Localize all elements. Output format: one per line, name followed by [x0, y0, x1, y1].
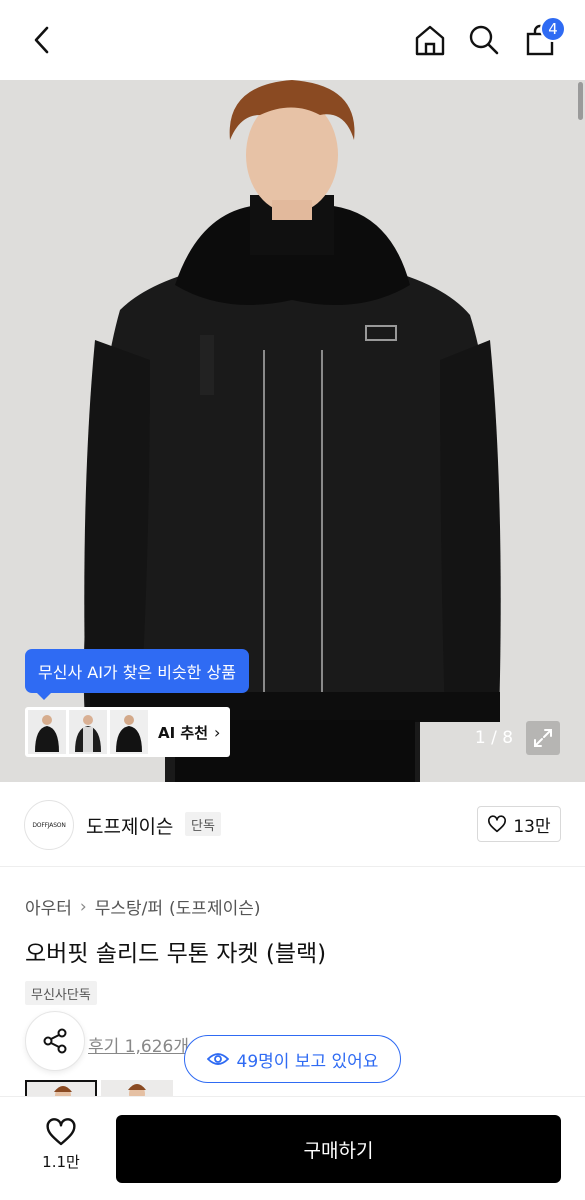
buy-button[interactable]: 구매하기 [116, 1115, 561, 1183]
ai-thumb-2[interactable] [69, 710, 107, 754]
ai-thumb-image [110, 710, 148, 754]
product-image-gallery[interactable]: 무신사 AI가 찾은 비슷한 상품 AI 추천 › 1 / 8 [0, 80, 585, 782]
wishlist-count: 1.1만 [42, 1153, 80, 1171]
brand-like-button[interactable]: 13만 [477, 806, 561, 842]
chevron-right-icon: › [79, 896, 87, 917]
share-icon [43, 1028, 67, 1054]
viewing-now-text: 49명이 보고 있어요 [236, 1051, 379, 1072]
chevron-left-icon [34, 26, 49, 54]
ai-recommend-strip[interactable]: AI 추천 › [25, 707, 230, 757]
search-button[interactable] [464, 18, 504, 62]
breadcrumb-brand[interactable]: (도프제이슨) [169, 894, 260, 919]
brand-logo[interactable]: DOFFJASON [24, 800, 74, 850]
breadcrumb-item[interactable]: 무스탕/퍼 [95, 894, 163, 919]
breadcrumb: 아우터 › 무스탕/퍼 (도프제이슨) [25, 894, 261, 920]
image-pager: 1 / 8 [474, 728, 514, 748]
ai-thumb-image [28, 710, 66, 754]
breadcrumb-item[interactable]: 아우터 [25, 894, 72, 919]
ai-similar-products-bubble[interactable]: 무신사 AI가 찾은 비슷한 상품 [25, 649, 249, 700]
ai-thumb-1[interactable] [28, 710, 66, 754]
home-icon [415, 25, 445, 56]
review-link[interactable]: 후기 1,626개 [88, 1032, 189, 1057]
expand-icon [534, 729, 552, 747]
product-title: 오버핏 솔리드 무톤 자켓 (블랙) [25, 941, 327, 967]
exclusive-tag: 무신사단독 [25, 981, 97, 1005]
cart-count-badge: 4 [540, 16, 566, 42]
chevron-right-icon: › [214, 722, 221, 742]
page-scrollbar[interactable] [578, 82, 583, 120]
brand-exclusive-tag: 단독 [185, 812, 221, 836]
brand-row: DOFFJASON 도프제이슨 단독 13만 [0, 782, 585, 867]
back-button[interactable] [22, 18, 62, 62]
expand-button[interactable] [526, 721, 560, 755]
cart-button[interactable]: 4 [520, 16, 566, 62]
ai-thumb-3[interactable] [110, 710, 148, 754]
ai-recommend-label: AI 추천 [158, 723, 209, 742]
heart-icon [488, 815, 507, 833]
brand-name[interactable]: 도프제이슨 [86, 812, 173, 839]
top-nav-bar: 4 [0, 0, 585, 80]
share-button[interactable] [25, 1011, 85, 1071]
heart-icon [46, 1118, 76, 1146]
wishlist-button[interactable]: 1.1만 [30, 1117, 92, 1179]
bottom-action-bar: 1.1만 구매하기 [0, 1096, 585, 1200]
search-icon [469, 25, 499, 55]
brand-like-count: 13만 [513, 816, 551, 837]
viewing-now-pill: 49명이 보고 있어요 [184, 1035, 401, 1083]
eye-icon [206, 1053, 229, 1065]
home-button[interactable] [410, 18, 450, 62]
ai-thumb-image [69, 710, 107, 754]
